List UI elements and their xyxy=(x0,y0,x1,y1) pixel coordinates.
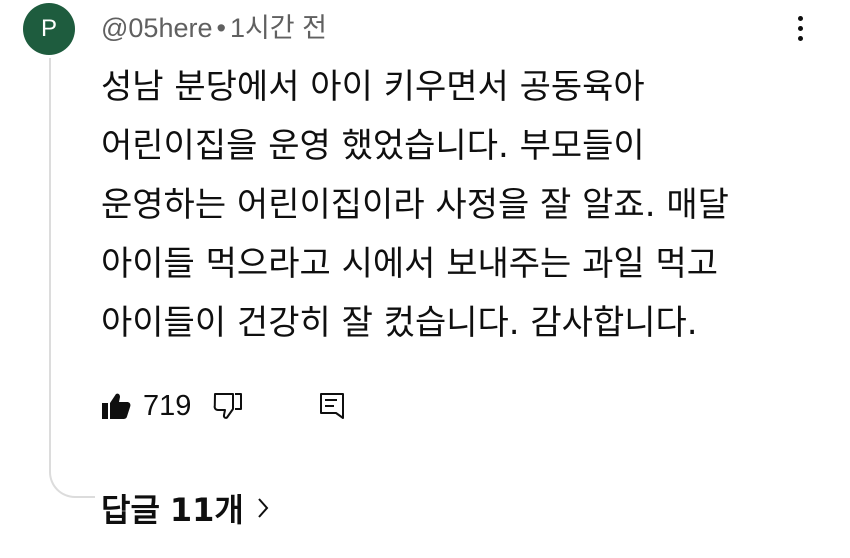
chevron-right-icon xyxy=(256,496,270,520)
dislike-button[interactable] xyxy=(213,392,243,420)
reply-button[interactable] xyxy=(319,392,345,420)
comment-line: 아이들이 건강히 잘 컸습니다. 감사합니다. xyxy=(101,303,698,343)
more-vert-icon-dot xyxy=(797,35,803,41)
comment-reply-icon xyxy=(320,393,345,419)
more-vert-icon-dot xyxy=(797,15,803,21)
comment-line: 운영하는 어린이집이라 사정을 잘 알죠. 매달 xyxy=(101,185,729,225)
comment-line: 어린이집을 운영 했었습니다. 부모들이 xyxy=(101,126,645,166)
like-button[interactable]: 719 xyxy=(101,390,191,423)
avatar[interactable]: P xyxy=(23,3,75,55)
like-count: 719 xyxy=(143,389,192,422)
thumb-up-icon xyxy=(102,393,131,419)
avatar-letter: P xyxy=(40,15,57,42)
more-options-button[interactable] xyxy=(788,10,812,46)
timestamp[interactable]: 1시간 전 xyxy=(230,13,327,43)
replies-label: 답글 xyxy=(101,491,160,529)
more-vert-icon-dot xyxy=(797,25,803,31)
view-replies-button[interactable]: 답글 11개 xyxy=(101,485,270,531)
comment-actions: 719 xyxy=(101,386,345,426)
thumb-down-icon xyxy=(214,393,243,419)
comment-text: 성남 분당에서 아이 키우면서 공동육아 어린이집을 운영 했었습니다. 부모들… xyxy=(101,58,801,353)
meta-separator: • xyxy=(216,13,226,43)
author-handle[interactable]: @05here xyxy=(101,13,212,43)
comment-line: 아이들 먹으라고 시에서 보내주는 과일 먹고 xyxy=(101,244,719,284)
replies-count: 11개 xyxy=(169,491,244,529)
reply-thread-line xyxy=(49,58,95,498)
comment-line: 성남 분당에서 아이 키우면서 공동육아 xyxy=(101,67,645,107)
comment-meta: @05here • 1시간 전 xyxy=(101,6,327,45)
